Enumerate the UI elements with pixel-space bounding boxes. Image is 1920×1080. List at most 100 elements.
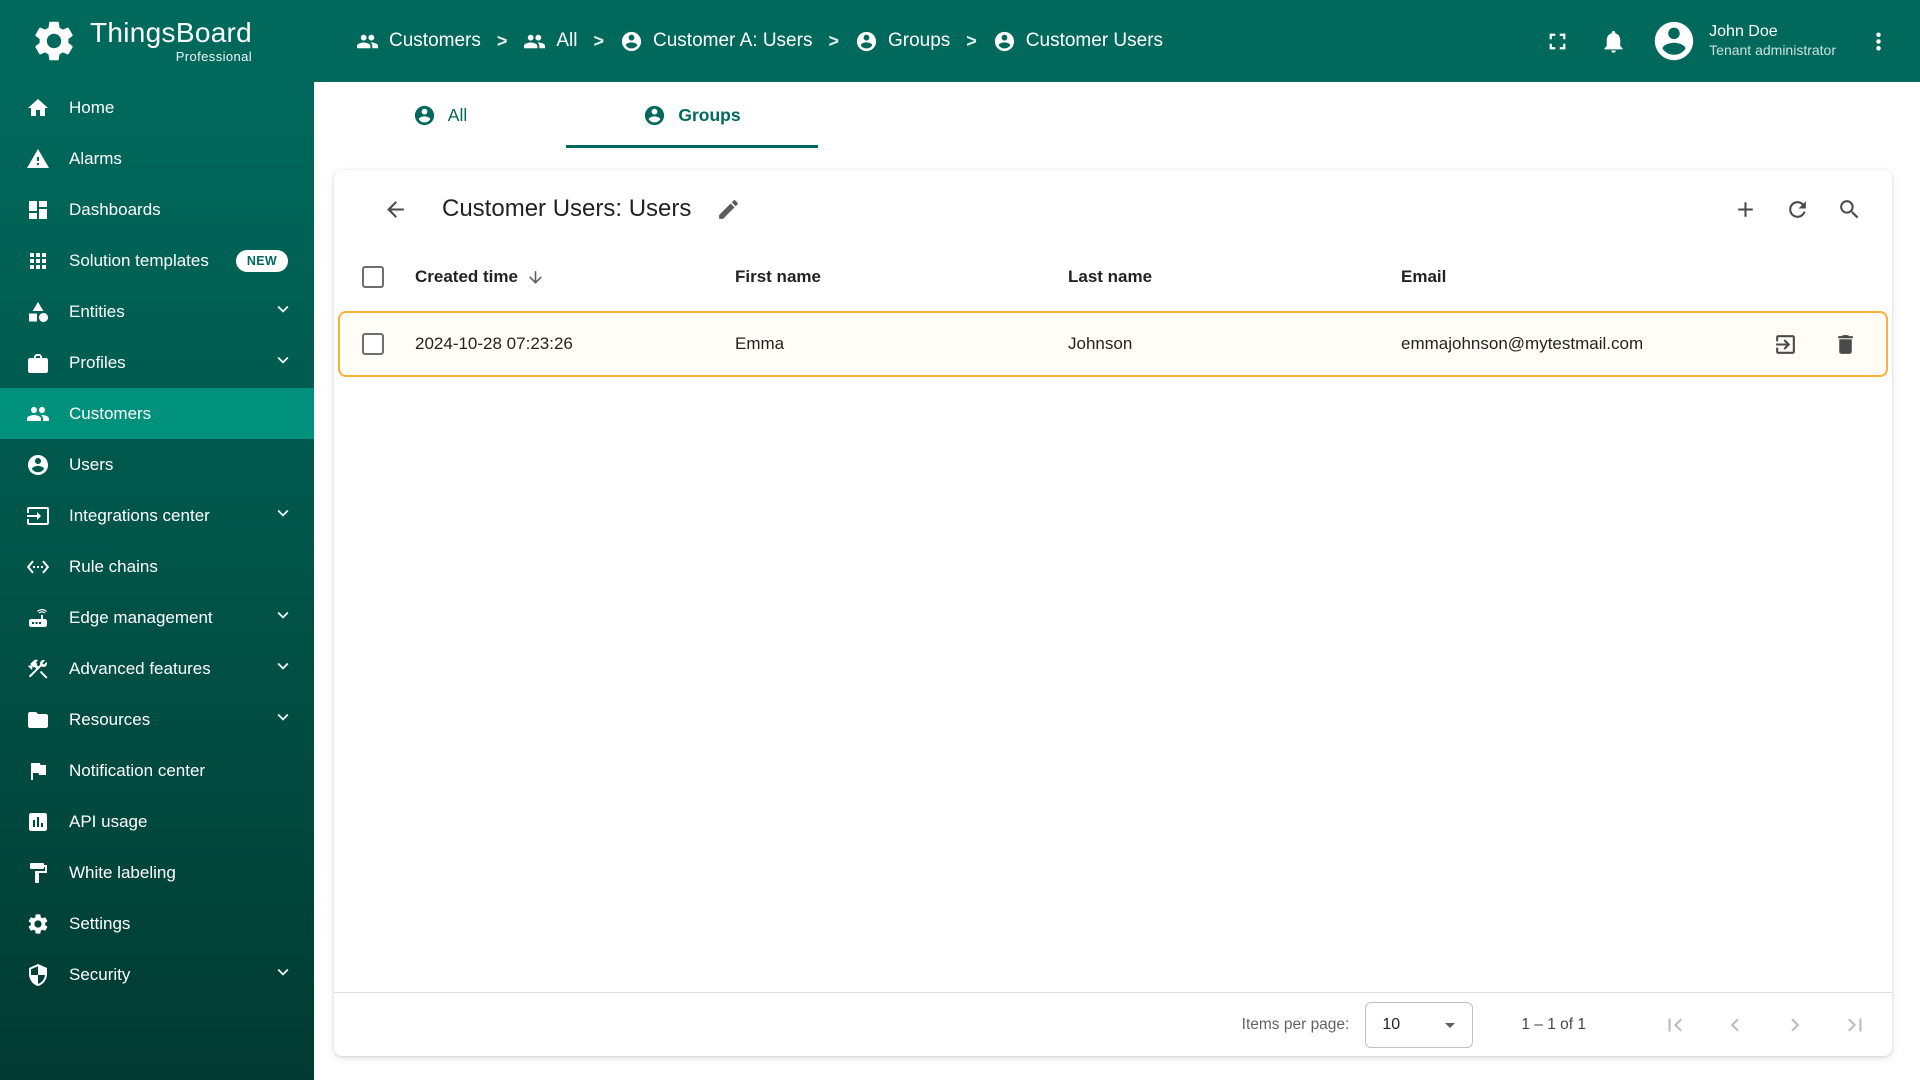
cell-last-name: Johnson — [1068, 334, 1133, 353]
breadcrumb-label: Customer Users — [1025, 30, 1164, 51]
sidebar-item-alarms[interactable]: Alarms — [0, 133, 314, 184]
sidebar-item-label: Alarms — [69, 148, 122, 168]
column-header-created-time[interactable]: Created time — [415, 267, 735, 287]
breadcrumb-separator: > — [966, 30, 977, 51]
breadcrumb-item-customer-a-users[interactable]: Customer A: Users — [620, 30, 812, 53]
user-icon — [643, 104, 666, 127]
avatar[interactable] — [1651, 18, 1697, 64]
sidebar-item-security[interactable]: Security — [0, 949, 314, 1000]
sidebar-item-label: Resources — [69, 709, 151, 729]
chevron-down-icon — [272, 961, 294, 988]
tab-groups[interactable]: Groups — [566, 82, 818, 148]
column-header-first-name[interactable]: First name — [735, 267, 1068, 287]
breadcrumb-item-customer-users[interactable]: Customer Users — [993, 30, 1163, 53]
user-icon — [413, 104, 436, 127]
more-menu-button[interactable] — [1854, 17, 1902, 65]
items-per-page-label: Items per page: — [1241, 1015, 1350, 1033]
rule-chains-icon — [26, 555, 50, 579]
edit-title-button[interactable] — [705, 186, 751, 232]
plus-icon — [1733, 197, 1758, 222]
sidebar-item-dashboards[interactable]: Dashboards — [0, 184, 314, 235]
sidebar-item-home[interactable]: Home — [0, 82, 314, 133]
avatar-icon — [1651, 18, 1697, 64]
refresh-button[interactable] — [1774, 186, 1820, 232]
table-row[interactable]: 2024-10-28 07:23:26 Emma Johnson emmajoh… — [338, 311, 1888, 377]
login-icon — [1773, 332, 1798, 357]
column-header-last-name[interactable]: Last name — [1068, 267, 1401, 287]
delete-user-button[interactable] — [1822, 321, 1868, 367]
next-page-button[interactable] — [1772, 1002, 1818, 1048]
sidebar-item-settings[interactable]: Settings — [0, 898, 314, 949]
brand-text: ThingsBoard Professional — [90, 17, 252, 64]
back-button[interactable] — [372, 186, 418, 232]
tab-all[interactable]: All — [314, 82, 566, 148]
login-as-user-button[interactable] — [1762, 321, 1808, 367]
sidebar-item-label: Customers — [69, 403, 152, 423]
folder-icon — [26, 708, 50, 732]
sidebar-item-label: White labeling — [69, 862, 176, 882]
breadcrumb-label: Customer A: Users — [653, 30, 813, 51]
tab-bar: All Groups — [314, 82, 1920, 148]
breadcrumb-item-all[interactable]: All — [523, 30, 578, 53]
sidebar-item-rule-chains[interactable]: Rule chains — [0, 541, 314, 592]
breadcrumb-item-customers[interactable]: Customers — [356, 30, 481, 53]
sidebar-item-users[interactable]: Users — [0, 439, 314, 490]
sidebar-item-advanced-features[interactable]: Advanced features — [0, 643, 314, 694]
new-badge: NEW — [235, 249, 288, 272]
chevron-left-icon — [1722, 1012, 1748, 1038]
bell-icon — [1600, 28, 1627, 55]
sidebar-item-entities[interactable]: Entities — [0, 286, 314, 337]
first-page-button[interactable] — [1652, 1002, 1698, 1048]
group-icon — [523, 30, 546, 53]
user-icon — [993, 30, 1016, 53]
trash-icon — [1833, 332, 1858, 357]
last-page-icon — [1842, 1012, 1868, 1038]
gear-icon — [26, 912, 50, 936]
flag-icon — [26, 759, 50, 783]
sidebar-item-label: Solution templates — [69, 250, 209, 270]
fullscreen-button[interactable] — [1533, 17, 1581, 65]
thingsboard-logo[interactable]: ThingsBoard Professional — [0, 17, 314, 65]
previous-page-button[interactable] — [1712, 1002, 1758, 1048]
sidebar-item-label: Advanced features — [69, 658, 211, 678]
entities-icon — [26, 300, 50, 324]
sidebar-item-edge-management[interactable]: Edge management — [0, 592, 314, 643]
user-info: John Doe Tenant administrator — [1709, 22, 1836, 60]
sidebar-item-profiles[interactable]: Profiles — [0, 337, 314, 388]
sidebar-item-label: Dashboards — [69, 199, 161, 219]
page-title: Customer Users: Users — [442, 195, 692, 222]
fullscreen-icon — [1544, 28, 1571, 55]
sidebar-item-resources[interactable]: Resources — [0, 694, 314, 745]
select-all-checkbox[interactable] — [362, 266, 384, 288]
breadcrumb: Customers > All > Customer A: Users > Gr… — [314, 30, 1163, 53]
table-toolbar: Customer Users: Users — [334, 170, 1892, 248]
tab-label: All — [447, 104, 468, 125]
last-page-button[interactable] — [1832, 1002, 1878, 1048]
profiles-icon — [26, 351, 50, 375]
notifications-button[interactable] — [1589, 17, 1637, 65]
sidebar-item-notification-center[interactable]: Notification center — [0, 745, 314, 796]
sidebar-item-label: Home — [69, 97, 115, 117]
breadcrumb-item-groups[interactable]: Groups — [855, 30, 950, 53]
sidebar-item-label: Integrations center — [69, 505, 210, 525]
sidebar-item-label: Users — [69, 454, 114, 474]
header-actions: John Doe Tenant administrator — [1533, 17, 1920, 65]
sidebar-item-solution-templates[interactable]: Solution templates NEW — [0, 235, 314, 286]
dashboards-icon — [26, 198, 50, 222]
row-checkbox[interactable] — [362, 333, 384, 355]
table-header-row: Created time First name Last name Email — [334, 248, 1892, 306]
sidebar-item-integrations-center[interactable]: Integrations center — [0, 490, 314, 541]
dropdown-arrow-icon — [1438, 1013, 1462, 1037]
chevron-down-icon — [272, 706, 294, 733]
edge-router-icon — [26, 606, 50, 630]
chevron-right-icon — [1782, 1012, 1808, 1038]
search-button[interactable] — [1826, 186, 1872, 232]
sidebar-item-api-usage[interactable]: API usage — [0, 796, 314, 847]
row-actions — [1762, 321, 1868, 367]
user-icon — [855, 30, 878, 53]
sidebar-item-customers[interactable]: Customers — [0, 388, 314, 439]
add-user-button[interactable] — [1722, 186, 1768, 232]
items-per-page-select[interactable]: 10 — [1365, 1001, 1474, 1048]
column-header-email[interactable]: Email — [1401, 267, 1761, 287]
sidebar-item-white-labeling[interactable]: White labeling — [0, 847, 314, 898]
